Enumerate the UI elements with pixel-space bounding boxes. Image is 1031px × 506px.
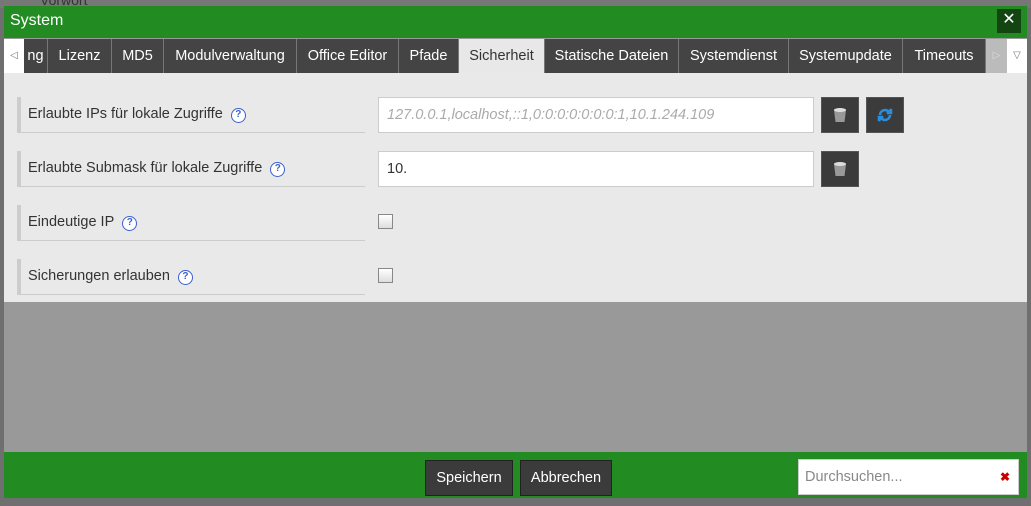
label-text: Sicherungen erlauben	[28, 268, 170, 284]
label-text: Erlaubte IPs für lokale Zugriffe	[28, 106, 223, 122]
refresh-ips-button[interactable]	[866, 97, 904, 133]
save-button[interactable]: Speichern	[425, 460, 513, 496]
tab-systemupdate[interactable]: Systemupdate	[789, 39, 903, 73]
tab-scroll-left-icon[interactable]: ◁	[4, 39, 24, 73]
erlaubte-ips-input[interactable]: 127.0.0.1,localhost,::1,0:0:0:0:0:0:0:1,…	[378, 97, 814, 133]
field-label-erlaubte-ips: Erlaubte IPs für lokale Zugriffe?	[17, 97, 365, 133]
dialog-titlebar: System ✕	[4, 6, 1027, 38]
tab-systemdienst[interactable]: Systemdienst	[679, 39, 789, 73]
tab-pfade[interactable]: Pfade	[399, 39, 459, 73]
dialog-footer: Speichern Abbrechen Durchsuchen... ✖	[4, 452, 1027, 498]
field-label-eindeutige-ip: Eindeutige IP?	[17, 205, 365, 241]
help-icon[interactable]: ?	[122, 216, 138, 231]
eindeutige-ip-checkbox[interactable]	[378, 214, 393, 229]
cancel-button[interactable]: Abbrechen	[520, 460, 612, 496]
tab-dropdown-icon[interactable]: ▽	[1007, 39, 1027, 73]
clear-submask-button[interactable]	[821, 151, 859, 187]
label-text: Eindeutige IP	[28, 214, 115, 230]
tab-sicherheit[interactable]: Sicherheit	[459, 39, 545, 73]
help-icon[interactable]: ?	[177, 270, 193, 285]
clear-ips-button[interactable]	[821, 97, 859, 133]
tab-timeouts[interactable]: Timeouts	[903, 39, 986, 73]
sicherungen-erlauben-checkbox[interactable]	[378, 268, 393, 283]
tab-scroll-right-icon[interactable]: ▷	[986, 39, 1007, 73]
refresh-icon	[877, 108, 893, 122]
tab-modulverwaltung[interactable]: Modulverwaltung	[164, 39, 297, 73]
field-label-erlaubte-submask: Erlaubte Submask für lokale Zugriffe?	[17, 151, 365, 187]
trash-icon	[834, 162, 846, 176]
tab-office-editor[interactable]: Office Editor	[297, 39, 399, 73]
tab-statische-dateien[interactable]: Statische Dateien	[545, 39, 679, 73]
help-icon[interactable]: ?	[230, 108, 246, 123]
dialog-title: System	[10, 12, 64, 29]
erlaubte-submask-input[interactable]: 10.	[378, 151, 814, 187]
tab-lizenz[interactable]: Lizenz	[48, 39, 112, 73]
system-dialog: System ✕ ◁ ng Lizenz MD5 Modulverwaltung…	[4, 6, 1027, 498]
security-settings-panel: Erlaubte IPs für lokale Zugriffe? 127.0.…	[4, 73, 1027, 302]
close-icon: ✕	[1002, 11, 1016, 28]
search-placeholder: Durchsuchen...	[805, 469, 903, 485]
tab-md5[interactable]: MD5	[112, 39, 164, 73]
label-text: Erlaubte Submask für lokale Zugriffe	[28, 160, 263, 176]
tab-partial[interactable]: ng	[24, 39, 48, 73]
close-button[interactable]: ✕	[997, 9, 1021, 33]
help-icon[interactable]: ?	[270, 162, 286, 177]
field-label-sicherungen-erlauben: Sicherungen erlauben?	[17, 259, 365, 295]
tab-bar: ◁ ng Lizenz MD5 Modulverwaltung Office E…	[4, 39, 1027, 73]
trash-icon	[834, 108, 846, 122]
clear-search-icon[interactable]: ✖	[1000, 460, 1010, 494]
search-input[interactable]: Durchsuchen... ✖	[798, 459, 1019, 495]
